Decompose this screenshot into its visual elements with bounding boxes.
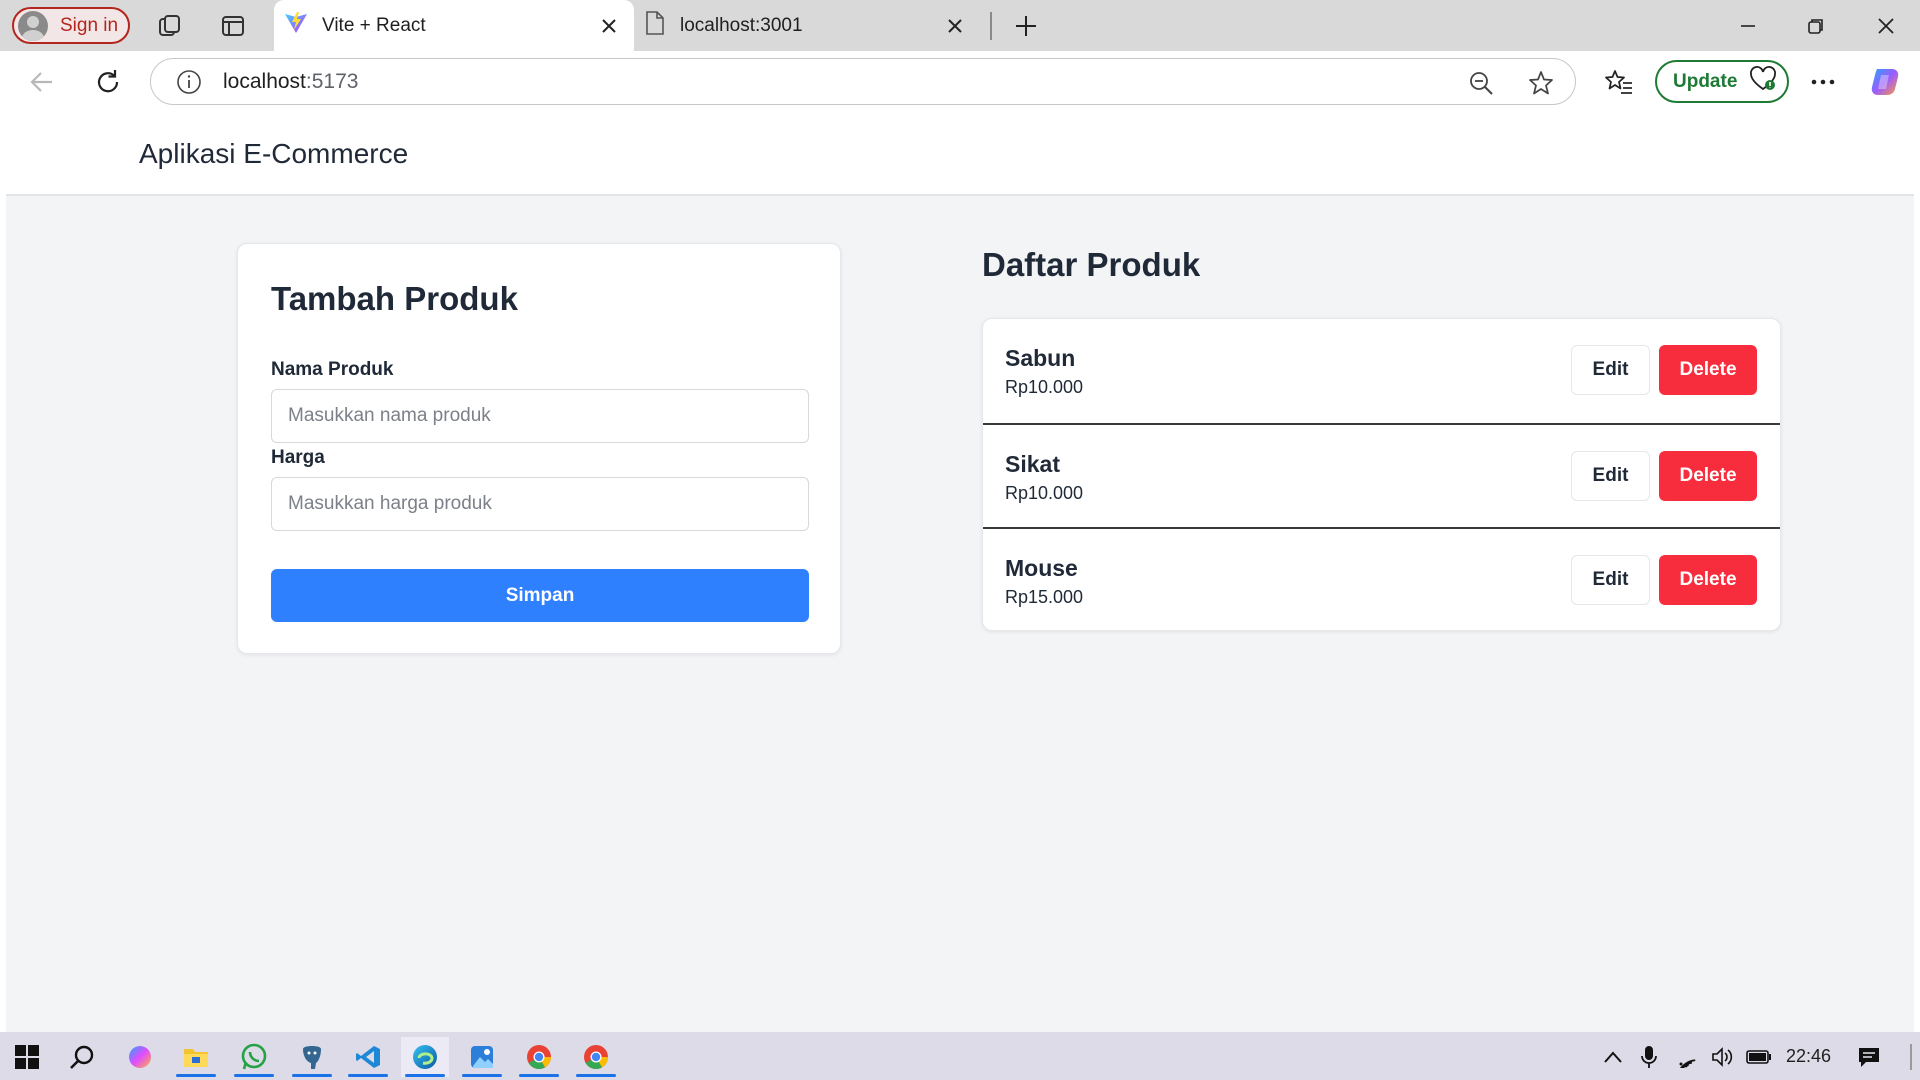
zoom-out-icon[interactable]	[1467, 69, 1495, 97]
update-button[interactable]: Update	[1655, 60, 1789, 103]
windows-start-icon[interactable]	[3, 1037, 51, 1077]
product-price: Rp10.000	[1005, 483, 1084, 503]
product-row: Sabun Rp10.000 Edit Delete	[983, 319, 1780, 423]
running-indicator	[348, 1074, 388, 1077]
vertical-tabs-icon[interactable]	[219, 12, 247, 40]
price-label: Harga	[271, 447, 325, 468]
running-indicator	[234, 1074, 274, 1077]
product-price: Rp10.000	[1005, 377, 1084, 397]
copilot-icon[interactable]	[116, 1037, 164, 1077]
workspaces-icon[interactable]	[156, 12, 184, 40]
delete-button[interactable]: Delete	[1659, 451, 1757, 501]
show-desktop-divider[interactable]	[1910, 1044, 1912, 1070]
chrome-icon[interactable]	[572, 1037, 620, 1077]
windows-taskbar: 22:46	[0, 1032, 1920, 1080]
wifi-icon[interactable]	[1674, 1044, 1700, 1070]
more-options-icon[interactable]	[1806, 65, 1840, 99]
delete-button[interactable]: Delete	[1659, 345, 1757, 395]
product-name: Mouse	[1005, 555, 1078, 581]
tab-title: Vite + React	[322, 14, 426, 36]
update-label: Update	[1673, 70, 1738, 92]
edit-button[interactable]: Edit	[1571, 451, 1650, 501]
running-indicator	[519, 1074, 559, 1077]
browser-toolbar: localhost:5173 Update	[0, 51, 1920, 112]
edit-button[interactable]: Edit	[1571, 345, 1650, 395]
update-heart-icon	[1749, 65, 1777, 98]
close-tab-icon[interactable]	[940, 11, 970, 41]
add-product-card: Tambah Produk Nama Produk Harga Simpan	[237, 243, 841, 654]
product-name: Sabun	[1005, 345, 1076, 371]
chrome-icon[interactable]	[515, 1037, 563, 1077]
product-list: Sabun Rp10.000 Edit Delete Sikat Rp10.00…	[982, 318, 1781, 631]
delete-button[interactable]: Delete	[1659, 555, 1757, 605]
back-arrow-icon[interactable]	[25, 65, 59, 99]
product-row: Mouse Rp15.000 Edit Delete	[983, 527, 1780, 630]
price-input[interactable]	[271, 477, 809, 531]
url-port: :5173	[305, 70, 359, 93]
edit-button[interactable]: Edit	[1571, 555, 1650, 605]
postgres-icon[interactable]	[288, 1037, 336, 1077]
copilot-icon[interactable]	[1868, 65, 1902, 99]
app-header: Aplikasi E-Commerce	[6, 112, 1914, 196]
document-icon	[644, 10, 666, 41]
running-indicator	[462, 1074, 502, 1077]
chevron-up-icon[interactable]	[1600, 1044, 1626, 1070]
site-info-icon[interactable]	[175, 68, 203, 96]
sign-in-label: Sign in	[60, 14, 119, 36]
running-indicator	[405, 1074, 445, 1077]
close-window-icon[interactable]	[1866, 10, 1906, 42]
volume-icon[interactable]	[1710, 1044, 1736, 1070]
product-row: Sikat Rp10.000 Edit Delete	[983, 423, 1780, 527]
favorites-icon[interactable]	[1602, 65, 1636, 99]
profile-avatar-icon	[18, 10, 48, 41]
vscode-icon[interactable]	[344, 1037, 392, 1077]
running-indicator	[176, 1074, 216, 1077]
file-explorer-icon[interactable]	[172, 1037, 220, 1077]
product-name-input[interactable]	[271, 389, 809, 443]
tab-title: localhost:3001	[680, 14, 803, 36]
running-indicator	[576, 1074, 616, 1077]
running-indicator	[292, 1074, 332, 1077]
minimize-icon[interactable]	[1728, 10, 1768, 42]
tab-localhost-3001[interactable]: localhost:3001	[640, 0, 980, 51]
address-url: localhost:5173	[223, 70, 358, 94]
photos-icon[interactable]	[458, 1037, 506, 1077]
form-heading: Tambah Produk	[271, 280, 518, 317]
sign-in-button[interactable]: Sign in	[12, 7, 130, 44]
product-price: Rp15.000	[1005, 587, 1084, 607]
tab-separator	[990, 12, 992, 40]
taskbar-clock[interactable]: 22:46	[1786, 1046, 1831, 1067]
product-name-label: Nama Produk	[271, 359, 394, 380]
whatsapp-icon[interactable]	[230, 1037, 278, 1077]
vite-icon	[284, 11, 308, 41]
address-bar[interactable]: localhost:5173	[150, 58, 1576, 105]
app-title: Aplikasi E-Commerce	[139, 138, 409, 169]
edge-icon[interactable]	[401, 1037, 449, 1077]
new-tab-icon[interactable]	[1010, 10, 1042, 42]
browser-titlebar: Sign in Vite + React localhost:3001	[0, 0, 1920, 51]
save-button[interactable]: Simpan	[271, 569, 809, 622]
microphone-icon[interactable]	[1636, 1044, 1662, 1070]
favorite-star-icon[interactable]	[1527, 69, 1555, 97]
url-host: localhost	[223, 70, 306, 93]
tab-vite-react[interactable]: Vite + React	[274, 0, 634, 51]
product-name: Sikat	[1005, 451, 1060, 477]
battery-icon[interactable]	[1746, 1044, 1772, 1070]
notifications-icon[interactable]	[1856, 1044, 1882, 1070]
reload-icon[interactable]	[91, 65, 125, 99]
product-list-heading: Daftar Produk	[982, 246, 1201, 283]
restore-icon[interactable]	[1796, 10, 1836, 42]
search-icon[interactable]	[58, 1037, 106, 1077]
page-viewport: Aplikasi E-Commerce Tambah Produk Nama P…	[6, 112, 1914, 1032]
close-tab-icon[interactable]	[594, 11, 624, 41]
